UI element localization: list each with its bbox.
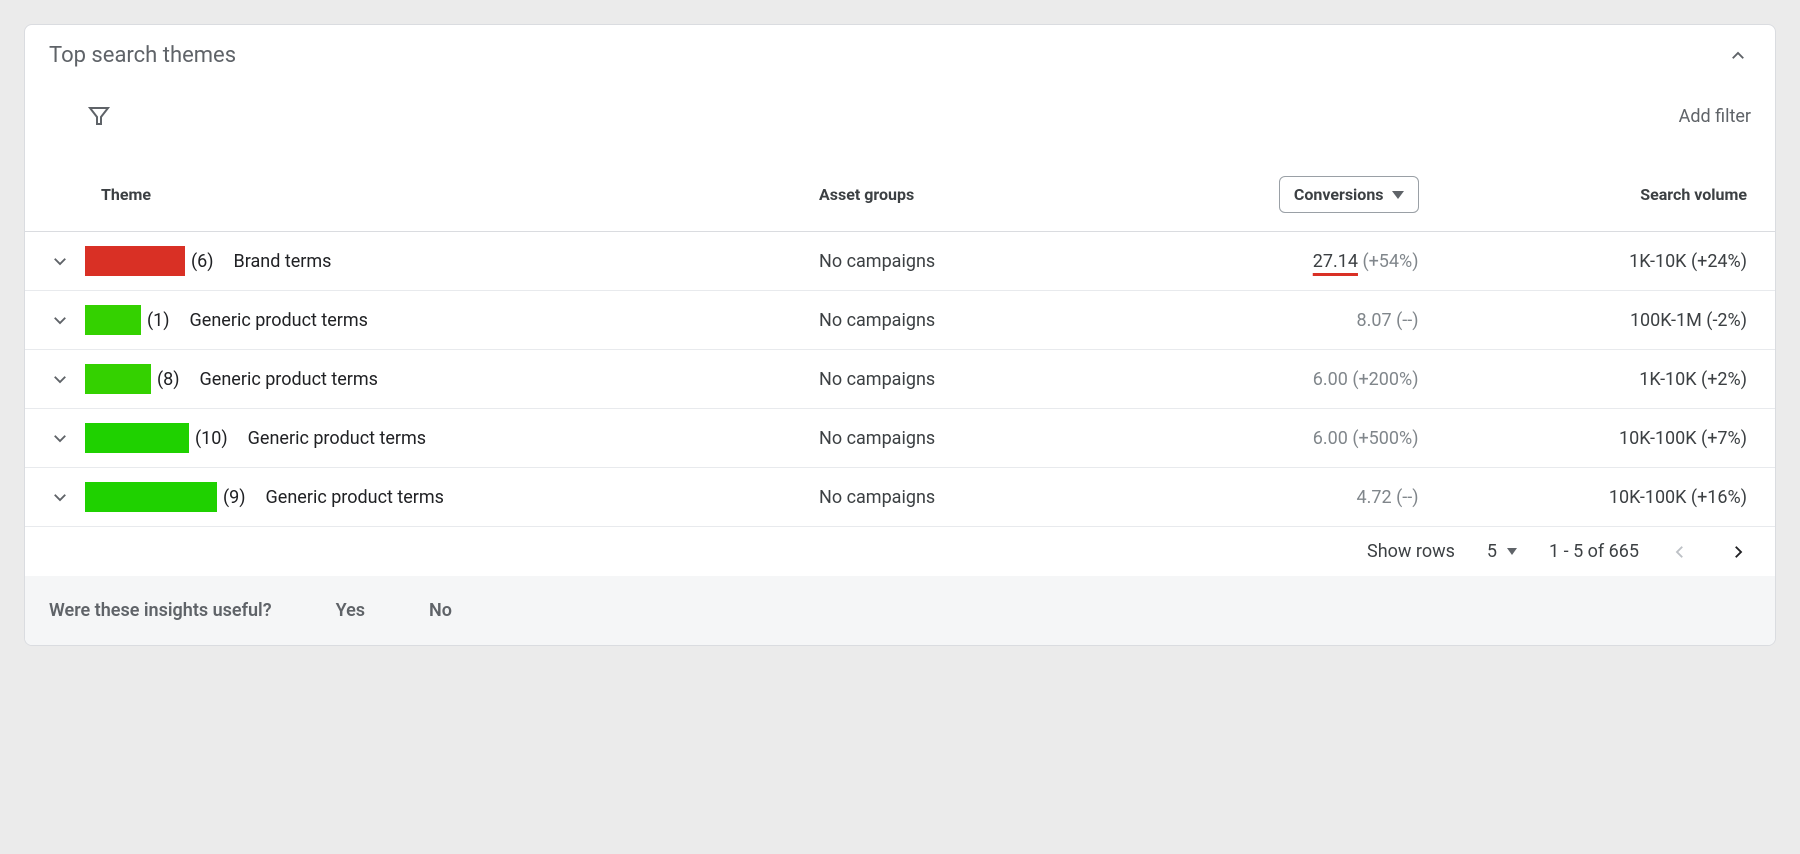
table-row: (10)Generic product termsNo campaigns6.0… (25, 409, 1775, 468)
search-volume-cell: 1K-10K (+2%) (1443, 350, 1776, 409)
theme-label: Generic product terms (190, 310, 368, 331)
theme-count: (1) (147, 310, 170, 331)
expand-row-icon[interactable] (51, 429, 69, 447)
dropdown-icon (1507, 548, 1517, 555)
page-range: 1 - 5 of 665 (1549, 541, 1639, 562)
table-row: (1)Generic product termsNo campaigns8.07… (25, 291, 1775, 350)
theme-count: (9) (223, 487, 246, 508)
feedback-question: Were these insights useful? (49, 600, 272, 621)
search-volume-cell: 100K-1M (-2%) (1443, 291, 1776, 350)
feedback-no[interactable]: No (429, 600, 452, 621)
table-row: (6)Brand termsNo campaigns27.14 (+54%)1K… (25, 232, 1775, 291)
theme-label: Generic product terms (248, 428, 426, 449)
card-title: Top search themes (49, 43, 236, 68)
conversions-value: 27.14 (1313, 251, 1358, 272)
insights-card: Top search themes Add filter Theme Asset… (24, 24, 1776, 646)
conversions-value: 8.07 (1357, 310, 1392, 331)
sort-desc-icon (1392, 191, 1404, 199)
add-filter-button[interactable]: Add filter (1679, 106, 1751, 127)
table-row: (9)Generic product termsNo campaigns4.72… (25, 468, 1775, 527)
column-conversions-label: Conversions (1294, 185, 1384, 204)
theme-label: Generic product terms (200, 369, 378, 390)
theme-count: (10) (195, 428, 228, 449)
asset-groups-cell: No campaigns (795, 409, 1128, 468)
conversions-change: (--) (1396, 487, 1418, 508)
sort-conversions-button[interactable]: Conversions (1279, 176, 1419, 213)
conversions-cell: 6.00 (+200%) (1128, 350, 1443, 409)
conversions-change: (+54%) (1362, 251, 1418, 272)
theme-cell: (10) Generic product terms (33, 423, 771, 453)
conversions-cell: 6.00 (+500%) (1128, 409, 1443, 468)
theme-swatch (85, 364, 151, 394)
theme-swatch (85, 423, 189, 453)
expand-row-icon[interactable] (51, 370, 69, 388)
asset-groups-cell: No campaigns (795, 468, 1128, 527)
theme-cell: (1) Generic product terms (33, 305, 771, 335)
conversions-change: (--) (1396, 310, 1418, 331)
expand-row-icon[interactable] (51, 488, 69, 506)
theme-cell: (6) Brand terms (33, 246, 771, 276)
theme-swatch (85, 246, 185, 276)
feedback-bar: Were these insights useful? Yes No (25, 576, 1775, 645)
theme-count: (8) (157, 369, 180, 390)
expand-row-icon[interactable] (51, 252, 69, 270)
next-page-button[interactable] (1729, 543, 1747, 561)
feedback-yes[interactable]: Yes (336, 600, 365, 621)
search-volume-cell: 10K-100K (+16%) (1443, 468, 1776, 527)
filter-bar: Add filter (25, 86, 1775, 158)
theme-count: (6) (191, 251, 214, 272)
page-size-value: 5 (1487, 541, 1497, 562)
column-search-volume[interactable]: Search volume (1443, 158, 1776, 232)
conversions-cell: 4.72 (--) (1128, 468, 1443, 527)
asset-groups-cell: No campaigns (795, 232, 1128, 291)
theme-swatch (85, 305, 141, 335)
themes-table: Theme Asset groups Conversions Search vo… (25, 158, 1775, 527)
search-volume-cell: 1K-10K (+24%) (1443, 232, 1776, 291)
conversions-change: (+200%) (1352, 369, 1418, 390)
theme-swatch (85, 482, 217, 512)
asset-groups-cell: No campaigns (795, 350, 1128, 409)
theme-cell: (9) Generic product terms (33, 482, 771, 512)
conversions-value: 6.00 (1313, 428, 1348, 449)
page-size-select[interactable]: 5 (1487, 541, 1517, 562)
expand-row-icon[interactable] (51, 311, 69, 329)
card-header: Top search themes (25, 25, 1775, 86)
theme-label: Brand terms (234, 251, 332, 272)
collapse-icon[interactable] (1729, 47, 1747, 65)
asset-groups-cell: No campaigns (795, 291, 1128, 350)
conversions-cell: 27.14 (+54%) (1128, 232, 1443, 291)
prev-page-button[interactable] (1671, 543, 1689, 561)
conversions-value: 6.00 (1313, 369, 1348, 390)
column-conversions: Conversions (1128, 158, 1443, 232)
show-rows-label: Show rows (1367, 541, 1455, 562)
pagination: Show rows 5 1 - 5 of 665 (25, 527, 1775, 576)
theme-cell: (8) Generic product terms (33, 364, 771, 394)
conversions-value: 4.72 (1357, 487, 1392, 508)
table-row: (8)Generic product termsNo campaigns6.00… (25, 350, 1775, 409)
filter-icon[interactable] (87, 104, 111, 128)
theme-label: Generic product terms (266, 487, 444, 508)
column-theme[interactable]: Theme (25, 158, 795, 232)
conversions-cell: 8.07 (--) (1128, 291, 1443, 350)
column-asset-groups[interactable]: Asset groups (795, 158, 1128, 232)
search-volume-cell: 10K-100K (+7%) (1443, 409, 1776, 468)
conversions-change: (+500%) (1352, 428, 1418, 449)
